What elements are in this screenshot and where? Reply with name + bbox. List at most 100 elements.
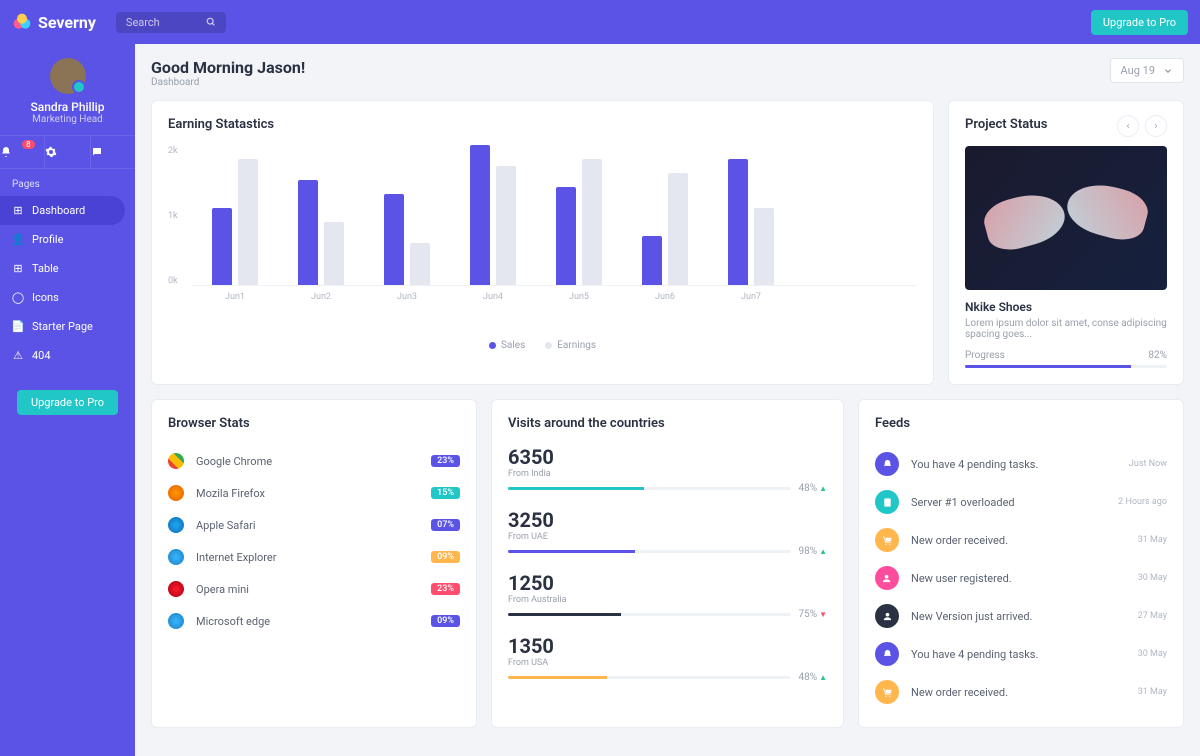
feeds-title: Feeds (875, 416, 1167, 431)
browser-icon (168, 549, 184, 565)
sidebar-item-icons[interactable]: ◯Icons (0, 283, 125, 312)
user-add-icon (875, 566, 899, 590)
visit-number: 1250 (508, 571, 827, 595)
browser-row: Google Chrome23% (168, 445, 460, 477)
sidebar-item-profile[interactable]: 👤Profile (0, 225, 125, 254)
bar-earnings[interactable] (410, 243, 430, 285)
project-image (965, 146, 1167, 290)
search-input[interactable] (126, 16, 206, 29)
bar-earnings[interactable] (324, 222, 344, 285)
bar-earnings[interactable] (496, 166, 516, 285)
feed-time: Just Now (1129, 459, 1167, 469)
bar-earnings[interactable] (754, 208, 774, 285)
visit-from: From UAE (508, 532, 827, 542)
nav-label: Dashboard (32, 204, 85, 217)
browser-title: Browser Stats (168, 416, 460, 431)
sidebar-icon-row: 8 (0, 135, 135, 169)
notif-badge: 8 (22, 140, 35, 149)
progress-label: Progress (965, 350, 1005, 361)
settings-button[interactable] (45, 136, 90, 168)
visit-pct: 98% ▲ (799, 546, 828, 557)
feed-row: You have 4 pending tasks.30 May (875, 635, 1167, 673)
bar-group (642, 173, 688, 285)
feed-row: New Version just arrived.27 May (875, 597, 1167, 635)
feed-text: New user registered. (911, 572, 1126, 585)
profile-role: Marketing Head (0, 114, 135, 125)
browser-pct: 23% (431, 455, 460, 467)
upgrade-button[interactable]: Upgrade to Pro (1091, 10, 1188, 35)
sidebar-item-404[interactable]: ⚠404 (0, 341, 125, 370)
feed-time: 2 Hours ago (1118, 497, 1167, 507)
brand-logo[interactable]: Severny (12, 12, 96, 32)
visits-card: Visits around the countries 6350From Ind… (491, 399, 844, 728)
profile-name: Sandra Phillip (0, 100, 135, 114)
earning-title: Earning Statastics (168, 117, 917, 132)
feed-time: 31 May (1138, 535, 1167, 545)
file-icon (875, 490, 899, 514)
brand-name: Severny (38, 13, 96, 32)
bar-sales[interactable] (556, 187, 576, 285)
legend-sales[interactable]: Sales (489, 340, 525, 351)
project-name: Nkike Shoes (965, 300, 1167, 314)
feed-row: New user registered.30 May (875, 559, 1167, 597)
browser-pct: 23% (431, 583, 460, 595)
feed-row: New order received.31 May (875, 521, 1167, 559)
bell-icon (875, 452, 899, 476)
browser-icon (168, 613, 184, 629)
feed-row: You have 4 pending tasks.Just Now (875, 445, 1167, 483)
date-selector[interactable]: Aug 19 (1110, 58, 1184, 83)
nav-icon: 👤 (12, 234, 24, 246)
feed-time: 31 May (1138, 687, 1167, 697)
feed-text: New order received. (911, 686, 1126, 699)
bar-sales[interactable] (728, 159, 748, 285)
sidebar-item-starter-page[interactable]: 📄Starter Page (0, 312, 125, 341)
visit-bar (508, 550, 791, 553)
browser-icon (168, 517, 184, 533)
notifications-button[interactable]: 8 (0, 136, 45, 168)
nav-label: Starter Page (32, 320, 93, 333)
feed-row: New order received. 31 May (875, 673, 1167, 711)
bar-group (728, 159, 774, 285)
browser-icon (168, 485, 184, 501)
nav-icon: ⊞ (12, 205, 24, 217)
chat-icon (91, 146, 103, 158)
bar-sales[interactable] (298, 180, 318, 285)
visit-pct: 48% ▲ (799, 672, 828, 683)
x-label: Jun1 (212, 292, 258, 302)
bar-earnings[interactable] (582, 159, 602, 285)
legend-earnings[interactable]: Earnings (545, 340, 596, 351)
page-title: Good Morning Jason! (151, 58, 305, 77)
bar-sales[interactable] (470, 145, 490, 285)
visit-item: 3250From UAE98% ▲ (508, 508, 827, 557)
nav-label: Icons (32, 291, 59, 304)
x-label: Jun2 (298, 292, 344, 302)
avatar[interactable] (50, 58, 86, 94)
visit-pct: 48% ▲ (799, 483, 828, 494)
browser-icon (168, 581, 184, 597)
visit-bar (508, 613, 791, 616)
bar-sales[interactable] (384, 194, 404, 285)
profile-block: Sandra Phillip Marketing Head (0, 44, 135, 135)
bar-earnings[interactable] (238, 159, 258, 285)
feed-text: Server #1 overloaded (911, 496, 1106, 509)
x-label: Jun4 (470, 292, 516, 302)
browser-pct: 15% (431, 487, 460, 499)
sidebar-item-dashboard[interactable]: ⊞ Dashboard (0, 196, 125, 225)
messages-button[interactable] (91, 136, 135, 168)
bar-sales[interactable] (642, 236, 662, 285)
bar-earnings[interactable] (668, 173, 688, 285)
project-prev-button[interactable]: ‹ (1117, 115, 1139, 137)
browser-row: Apple Safari07% (168, 509, 460, 541)
header-right: Upgrade to Pro (1091, 10, 1188, 35)
sidebar-upgrade-button[interactable]: Upgrade to Pro (17, 390, 118, 415)
feed-row: Server #1 overloaded 2 Hours ago (875, 483, 1167, 521)
bell-icon (0, 146, 12, 158)
project-next-button[interactable]: › (1145, 115, 1167, 137)
x-label: Jun5 (556, 292, 602, 302)
bar-sales[interactable] (212, 208, 232, 285)
nav-label: Table (32, 262, 59, 275)
search-box[interactable] (116, 12, 226, 33)
sidebar-item-table[interactable]: ⊞Table (0, 254, 125, 283)
feeds-card: Feeds You have 4 pending tasks.Just NowS… (858, 399, 1184, 728)
visit-number: 6350 (508, 445, 827, 469)
